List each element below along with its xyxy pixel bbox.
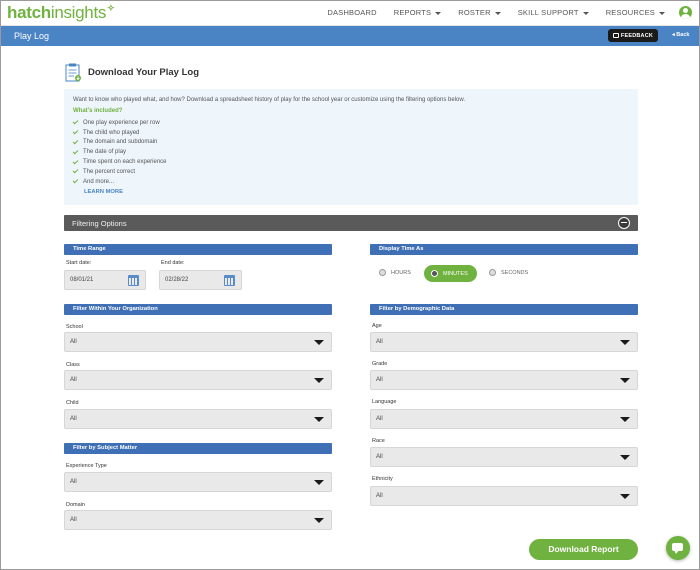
class-select[interactable]: All	[64, 370, 332, 390]
nav-skill-support[interactable]: SKILL SUPPORT	[518, 8, 589, 17]
race-select[interactable]: All	[370, 447, 638, 467]
list-item: The percent correct	[72, 167, 167, 177]
radio-hours[interactable]: HOURS	[379, 269, 411, 276]
check-icon	[72, 168, 79, 174]
list-item: Time spent on each experience	[72, 157, 167, 167]
top-nav: hatchinsights✧ DASHBOARD REPORTS ROSTER …	[1, 1, 699, 26]
comment-icon	[612, 33, 619, 38]
list-item: The child who played	[72, 128, 167, 138]
start-date-input[interactable]: 08/01/21	[64, 270, 146, 290]
list-item: The date of play	[72, 147, 167, 157]
start-date-label: Start date:	[66, 260, 92, 266]
school-select[interactable]: All	[64, 332, 332, 352]
dropdown-arrow-icon	[620, 417, 630, 422]
check-icon	[72, 119, 79, 125]
dropdown-arrow-icon	[314, 378, 324, 383]
org-filter-header: Filter Within Your Organization	[64, 304, 332, 315]
sparkle-icon: ✧	[107, 3, 115, 13]
learn-more-link[interactable]: LEARN MORE	[84, 189, 123, 195]
ethnicity-select[interactable]: All	[370, 486, 638, 506]
list-item: One play experience per row	[72, 118, 167, 128]
dropdown-arrow-icon	[314, 340, 324, 345]
radio-icon	[489, 269, 496, 276]
caret-down-icon	[494, 11, 501, 15]
caret-down-icon	[582, 11, 589, 15]
nav-roster[interactable]: ROSTER	[458, 8, 501, 17]
page-title-bar: Play Log FEEDBACK ◂ Back	[1, 26, 699, 46]
info-box: Want to know who played what, and how? D…	[64, 89, 638, 205]
age-select[interactable]: All	[370, 332, 638, 352]
list-item: And more...	[72, 177, 167, 187]
filtering-options-bar[interactable]: Filtering Options	[64, 215, 638, 231]
dropdown-arrow-icon	[620, 340, 630, 345]
included-label: What's included?	[73, 108, 123, 114]
check-icon	[72, 158, 79, 164]
check-icon	[72, 128, 79, 135]
end-date-input[interactable]: 02/28/22	[159, 270, 242, 290]
end-date-label: End date:	[161, 260, 185, 266]
demographic-filter-header: Filter by Demographic Data	[370, 304, 638, 315]
dropdown-arrow-icon	[314, 480, 324, 485]
school-label: School	[66, 324, 83, 330]
domain-select[interactable]: All	[64, 510, 332, 530]
included-list: One play experience per row The child wh…	[72, 118, 167, 187]
nav-dashboard[interactable]: DASHBOARD	[327, 8, 376, 17]
chat-icon[interactable]	[666, 536, 690, 560]
calendar-icon[interactable]	[224, 275, 235, 286]
collapse-minus-icon[interactable]	[618, 217, 630, 229]
spreadsheet-download-icon	[65, 63, 81, 82]
nav-resources[interactable]: RESOURCES	[606, 8, 665, 17]
main-menu: DASHBOARD REPORTS ROSTER SKILL SUPPORT R…	[310, 8, 665, 17]
page-heading: Download Your Play Log	[88, 67, 200, 78]
domain-label: Domain	[66, 502, 85, 508]
language-label: Language	[372, 399, 397, 405]
dropdown-arrow-icon	[620, 378, 630, 383]
caret-down-icon	[435, 11, 442, 15]
age-label: Age	[372, 323, 382, 329]
check-icon	[72, 138, 79, 145]
child-select[interactable]: All	[64, 409, 332, 429]
check-icon	[72, 177, 79, 184]
display-time-header: Display Time As	[370, 244, 638, 255]
radio-icon	[431, 270, 438, 277]
subject-filter-header: Filter by Subject Matter	[64, 443, 332, 454]
hatch-insights-logo[interactable]: hatchinsights✧	[7, 3, 115, 23]
check-icon	[72, 148, 79, 155]
class-label: Class	[66, 362, 80, 368]
race-label: Race	[372, 438, 385, 444]
radio-minutes[interactable]: MINUTES	[424, 265, 477, 282]
language-select[interactable]: All	[370, 409, 638, 429]
feedback-button[interactable]: FEEDBACK	[608, 29, 658, 42]
experience-type-select[interactable]: All	[64, 472, 332, 492]
grade-label: Grade	[372, 361, 388, 367]
user-avatar-icon[interactable]	[679, 6, 692, 19]
download-report-button[interactable]: Download Report	[529, 539, 638, 560]
calendar-icon[interactable]	[128, 275, 139, 286]
back-link[interactable]: ◂ Back	[672, 32, 689, 38]
dropdown-arrow-icon	[314, 518, 324, 523]
radio-icon	[379, 269, 386, 276]
child-label: Child	[66, 400, 79, 406]
dropdown-arrow-icon	[620, 455, 630, 460]
page-title: Play Log	[14, 31, 50, 41]
intro-text: Want to know who played what, and how? D…	[73, 97, 465, 103]
list-item: The domain and subdomain	[72, 138, 167, 148]
dropdown-arrow-icon	[620, 494, 630, 499]
filtering-options-label: Filtering Options	[72, 219, 127, 228]
time-range-header: Time Range	[64, 244, 332, 255]
nav-reports[interactable]: REPORTS	[394, 8, 442, 17]
dropdown-arrow-icon	[314, 417, 324, 422]
experience-type-label: Experience Type	[66, 463, 107, 469]
caret-down-icon	[659, 11, 665, 15]
grade-select[interactable]: All	[370, 370, 638, 390]
radio-seconds[interactable]: SECONDS	[489, 269, 528, 276]
ethnicity-label: Ethnicity	[372, 476, 393, 482]
